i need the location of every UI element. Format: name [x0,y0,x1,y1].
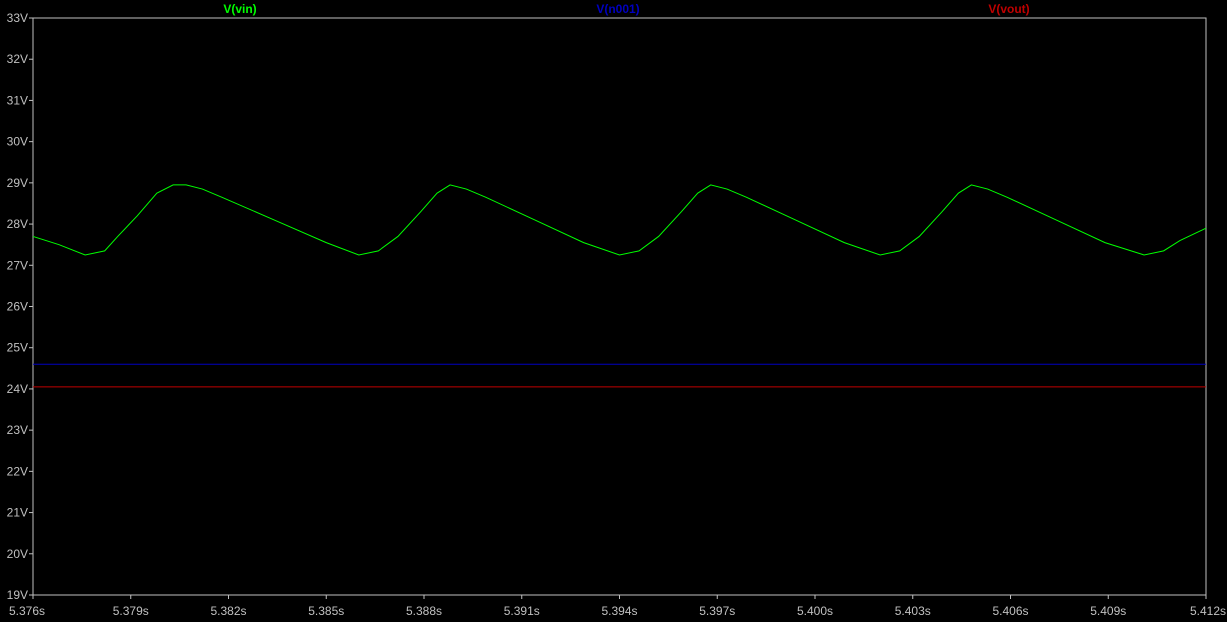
x-tick-label: 5.397s [699,604,735,618]
x-tick-label: 5.400s [797,604,833,618]
y-tick-label: 25V [7,341,28,355]
trace-0[interactable] [32,184,1207,256]
y-tick-label: 33V [7,11,28,25]
legend-label-1[interactable]: V(n001) [596,2,639,16]
y-tick-label: 22V [7,464,28,478]
x-tick-label: 5.391s [504,604,540,618]
x-tick-label: 5.412s [1190,604,1226,618]
x-tick-label: 5.406s [992,604,1028,618]
x-tick-label: 5.403s [895,604,931,618]
x-tick-label: 5.379s [113,604,149,618]
y-tick-label: 32V [7,52,28,66]
y-tick-label: 26V [7,300,28,314]
y-tick-label: 27V [7,258,28,272]
traces [32,184,1207,388]
x-tick-label: 5.388s [406,604,442,618]
x-tick-label: 5.376s [9,604,45,618]
legend-label-2[interactable]: V(vout) [988,2,1029,16]
plot-frame [32,17,1207,596]
y-tick-label: 29V [7,176,28,190]
y-tick-label: 31V [7,93,28,107]
y-tick-label: 30V [7,135,28,149]
x-tick-label: 5.385s [308,604,344,618]
y-tick-label: 28V [7,217,28,231]
y-tick-label: 21V [7,506,28,520]
x-tick-label: 5.382s [210,604,246,618]
y-tick-label: 24V [7,382,28,396]
legend-label-0[interactable]: V(vin) [223,2,256,16]
x-axis: 5.376s 5.379s 5.382s 5.385s 5.388s 5.391s 5.39… [9,595,1226,618]
x-tick-label: 5.409s [1090,604,1126,618]
y-tick-label: 23V [7,423,28,437]
x-tick-label: 5.394s [601,604,637,618]
y-axis: 19V 20V 21V 22V 23V 24V 25V 26V 27V 28V 29V 30V 31V 3… [7,11,33,602]
y-tick-label: 20V [7,547,28,561]
waveform-plot[interactable]: V(vin) V(n001) V(vout) 19V 20V 21V 22V 23V 24V 2… [0,0,1227,622]
legend: V(vin) V(n001) V(vout) [223,2,1029,16]
y-tick-label: 19V [7,588,28,602]
